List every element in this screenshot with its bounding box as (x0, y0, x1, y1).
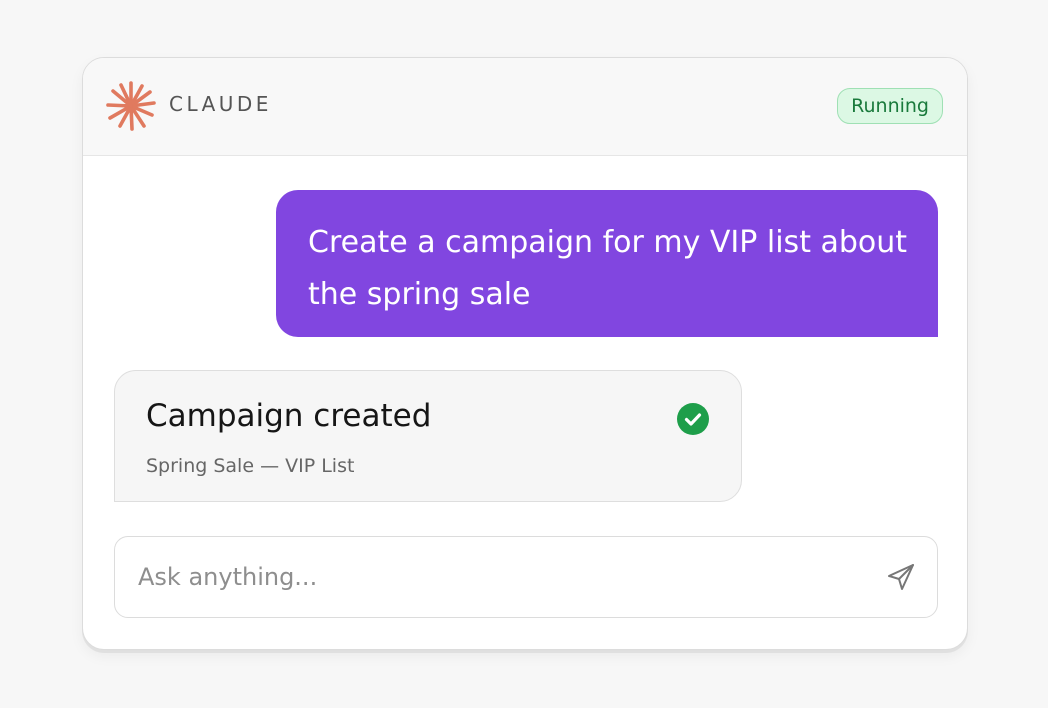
claude-logo-icon (106, 81, 156, 131)
send-icon[interactable] (885, 561, 917, 593)
brand-name: CLAUDE (169, 92, 272, 116)
chat-input-container (114, 536, 938, 618)
chat-input[interactable] (138, 537, 838, 616)
status-badge: Running (837, 88, 943, 124)
header: CLAUDE Running (83, 58, 967, 156)
user-message-text: Create a campaign for my VIP list about … (308, 225, 908, 312)
result-title: Campaign created (146, 398, 432, 434)
result-subtitle: Spring Sale — VIP List (146, 455, 355, 477)
user-message-bubble: Create a campaign for my VIP list about … (276, 190, 938, 337)
chat-window: CLAUDE Running Create a campaign for my … (82, 57, 968, 650)
campaign-result-card: Campaign created Spring Sale — VIP List (114, 370, 742, 502)
check-circle-icon (677, 403, 709, 435)
